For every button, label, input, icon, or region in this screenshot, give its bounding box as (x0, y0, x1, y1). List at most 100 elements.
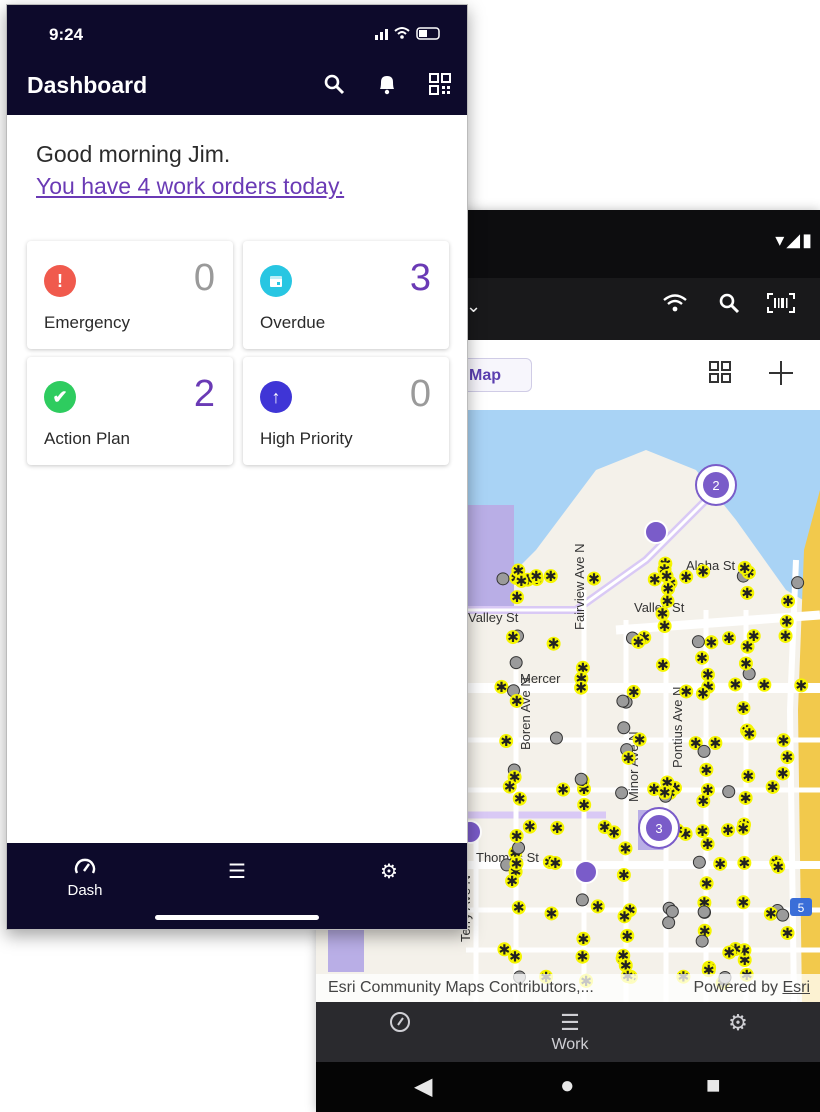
search-icon[interactable] (718, 292, 740, 321)
work-order-marker-glyph: ✱ (620, 841, 632, 857)
action-plan-label: Action Plan (44, 429, 130, 448)
check-icon: ✔ (44, 381, 76, 413)
closed-work-order-marker (496, 572, 510, 586)
work-order-marker-glyph: ✱ (795, 678, 807, 694)
chevron-down-icon[interactable]: ⌄ (466, 296, 481, 317)
work-order-marker-glyph: ✱ (546, 906, 558, 922)
work-order-marker-glyph: ✱ (516, 574, 528, 590)
wifi-icon (662, 292, 688, 321)
work-order-marker-glyph: ✱ (634, 733, 646, 749)
work-order-marker-glyph: ✱ (680, 570, 692, 586)
greeting-text: Good morning Jim. (36, 141, 231, 167)
search-icon[interactable] (323, 73, 345, 101)
nav-tab-work[interactable]: ☰ Work (530, 1010, 610, 1054)
overdue-label: Overdue (260, 313, 326, 332)
closed-work-order-marker (575, 893, 589, 907)
map-attribution: Esri Community Maps Contributors,... Pow… (316, 974, 820, 1002)
grid-icon[interactable] (708, 360, 732, 391)
closed-work-order-marker (791, 576, 805, 590)
work-order-marker-glyph: ✱ (737, 895, 749, 911)
plus-icon[interactable] (768, 360, 794, 393)
card-overdue[interactable]: 3 Overdue (243, 241, 449, 349)
work-order-marker-glyph: ✱ (697, 687, 709, 703)
barcode-icon[interactable] (766, 292, 796, 321)
closed-work-order-marker (697, 744, 711, 758)
high-priority-count: 0 (409, 373, 431, 415)
work-order-marker-glyph: ✱ (619, 909, 631, 925)
attribution-prefix: Powered by (693, 979, 783, 996)
iphone-phone: 9:24 Dashboard Good morning Jim. You hav… (6, 4, 468, 930)
work-order-marker-glyph: ✱ (700, 763, 712, 779)
speedometer-icon (45, 857, 125, 882)
list-icon: ☰ (560, 1010, 580, 1035)
work-order-marker-glyph: ✱ (722, 823, 734, 839)
work-order-marker-glyph: ✱ (740, 791, 752, 807)
card-high-priority[interactable]: ↑ 0 High Priority (243, 357, 449, 465)
work-order-marker-glyph: ✱ (592, 899, 604, 915)
nav-tab-dash[interactable]: Dash (45, 857, 125, 899)
work-order-marker-glyph: ✱ (772, 860, 784, 876)
recents-icon[interactable]: ■ (706, 1072, 721, 1100)
action-plan-count: 2 (193, 373, 215, 415)
qr-code-icon[interactable] (429, 73, 451, 101)
ios-status-bar: 9:24 (7, 5, 467, 57)
overdue-count: 3 (409, 257, 431, 299)
nav-tab-work[interactable]: ☰ (197, 861, 277, 883)
work-order-marker-glyph: ✱ (782, 594, 794, 610)
work-order-marker-glyph: ✱ (738, 701, 750, 717)
status-time: 9:24 (49, 25, 84, 44)
work-order-marker-glyph: ✱ (577, 950, 589, 966)
nav-tab-dash[interactable] (360, 1010, 440, 1040)
emergency-label: Emergency (44, 313, 130, 332)
cluster-count: 3 (655, 821, 662, 836)
work-order-marker-glyph: ✱ (741, 586, 753, 602)
work-order-marker-glyph: ✱ (723, 631, 735, 647)
calendar-icon (260, 265, 292, 297)
work-orders-link[interactable]: You have 4 work orders today. (36, 173, 344, 200)
work-order-marker-glyph: ✱ (557, 783, 569, 799)
street-label-boren: Boren Ave N (518, 677, 533, 750)
attribution-contributors: Esri Community Maps Contributors,... (328, 979, 594, 996)
work-order-marker-glyph: ✱ (511, 590, 523, 606)
work-order-marker-glyph: ✱ (662, 594, 674, 610)
work-order-marker-glyph: ✱ (507, 630, 519, 646)
work-order-marker-glyph: ✱ (659, 786, 671, 802)
closed-work-order-marker (662, 916, 676, 930)
esri-link[interactable]: Esri (782, 979, 810, 996)
street-label-fairview: Fairview Ave N (572, 544, 587, 630)
emergency-count: 0 (193, 257, 215, 299)
work-order-marker-glyph: ✱ (530, 569, 542, 585)
card-action-plan[interactable]: ✔ 2 Action Plan (27, 357, 233, 465)
work-order-marker-glyph: ✱ (744, 727, 756, 743)
work-order-marker-glyph: ✱ (709, 736, 721, 752)
work-order-marker-glyph: ✱ (632, 635, 644, 651)
work-order-marker-glyph: ✱ (578, 798, 590, 814)
high-priority-label: High Priority (260, 429, 353, 448)
work-order-marker-glyph: ✱ (621, 929, 633, 945)
work-order-marker-glyph: ✱ (578, 932, 590, 948)
closed-work-order-marker (574, 772, 588, 786)
work-order-marker-glyph: ✱ (588, 572, 600, 588)
work-order-marker-glyph: ✱ (738, 856, 750, 872)
work-order-marker-glyph: ✱ (742, 640, 754, 656)
bell-icon[interactable] (377, 73, 397, 101)
nav-tab-work-label: Work (551, 1036, 589, 1053)
closed-work-order-marker (722, 785, 736, 799)
work-order-marker-glyph: ✱ (524, 820, 536, 836)
work-order-marker-glyph: ✱ (549, 856, 561, 872)
cluster-marker[interactable]: 3 (638, 807, 680, 849)
work-order-marker-glyph: ✱ (548, 637, 560, 653)
closed-work-order-marker (549, 731, 563, 745)
work-order-marker-glyph: ✱ (608, 825, 620, 841)
work-order-marker-glyph: ✱ (782, 926, 794, 942)
work-order-marker-glyph: ✱ (702, 783, 714, 799)
home-icon[interactable]: ● (560, 1072, 575, 1100)
nav-tab-settings[interactable]: ⚙ (698, 1010, 778, 1036)
back-icon[interactable]: ◀ (414, 1072, 432, 1101)
nav-tab-settings[interactable]: ⚙ (349, 861, 429, 883)
closed-work-order-marker (617, 721, 631, 735)
street-label-aloha: Aloha St (686, 558, 736, 573)
card-emergency[interactable]: ! 0 Emergency (27, 241, 233, 349)
cluster-marker[interactable]: 2 (695, 464, 737, 506)
gear-icon: ⚙ (728, 1010, 748, 1035)
